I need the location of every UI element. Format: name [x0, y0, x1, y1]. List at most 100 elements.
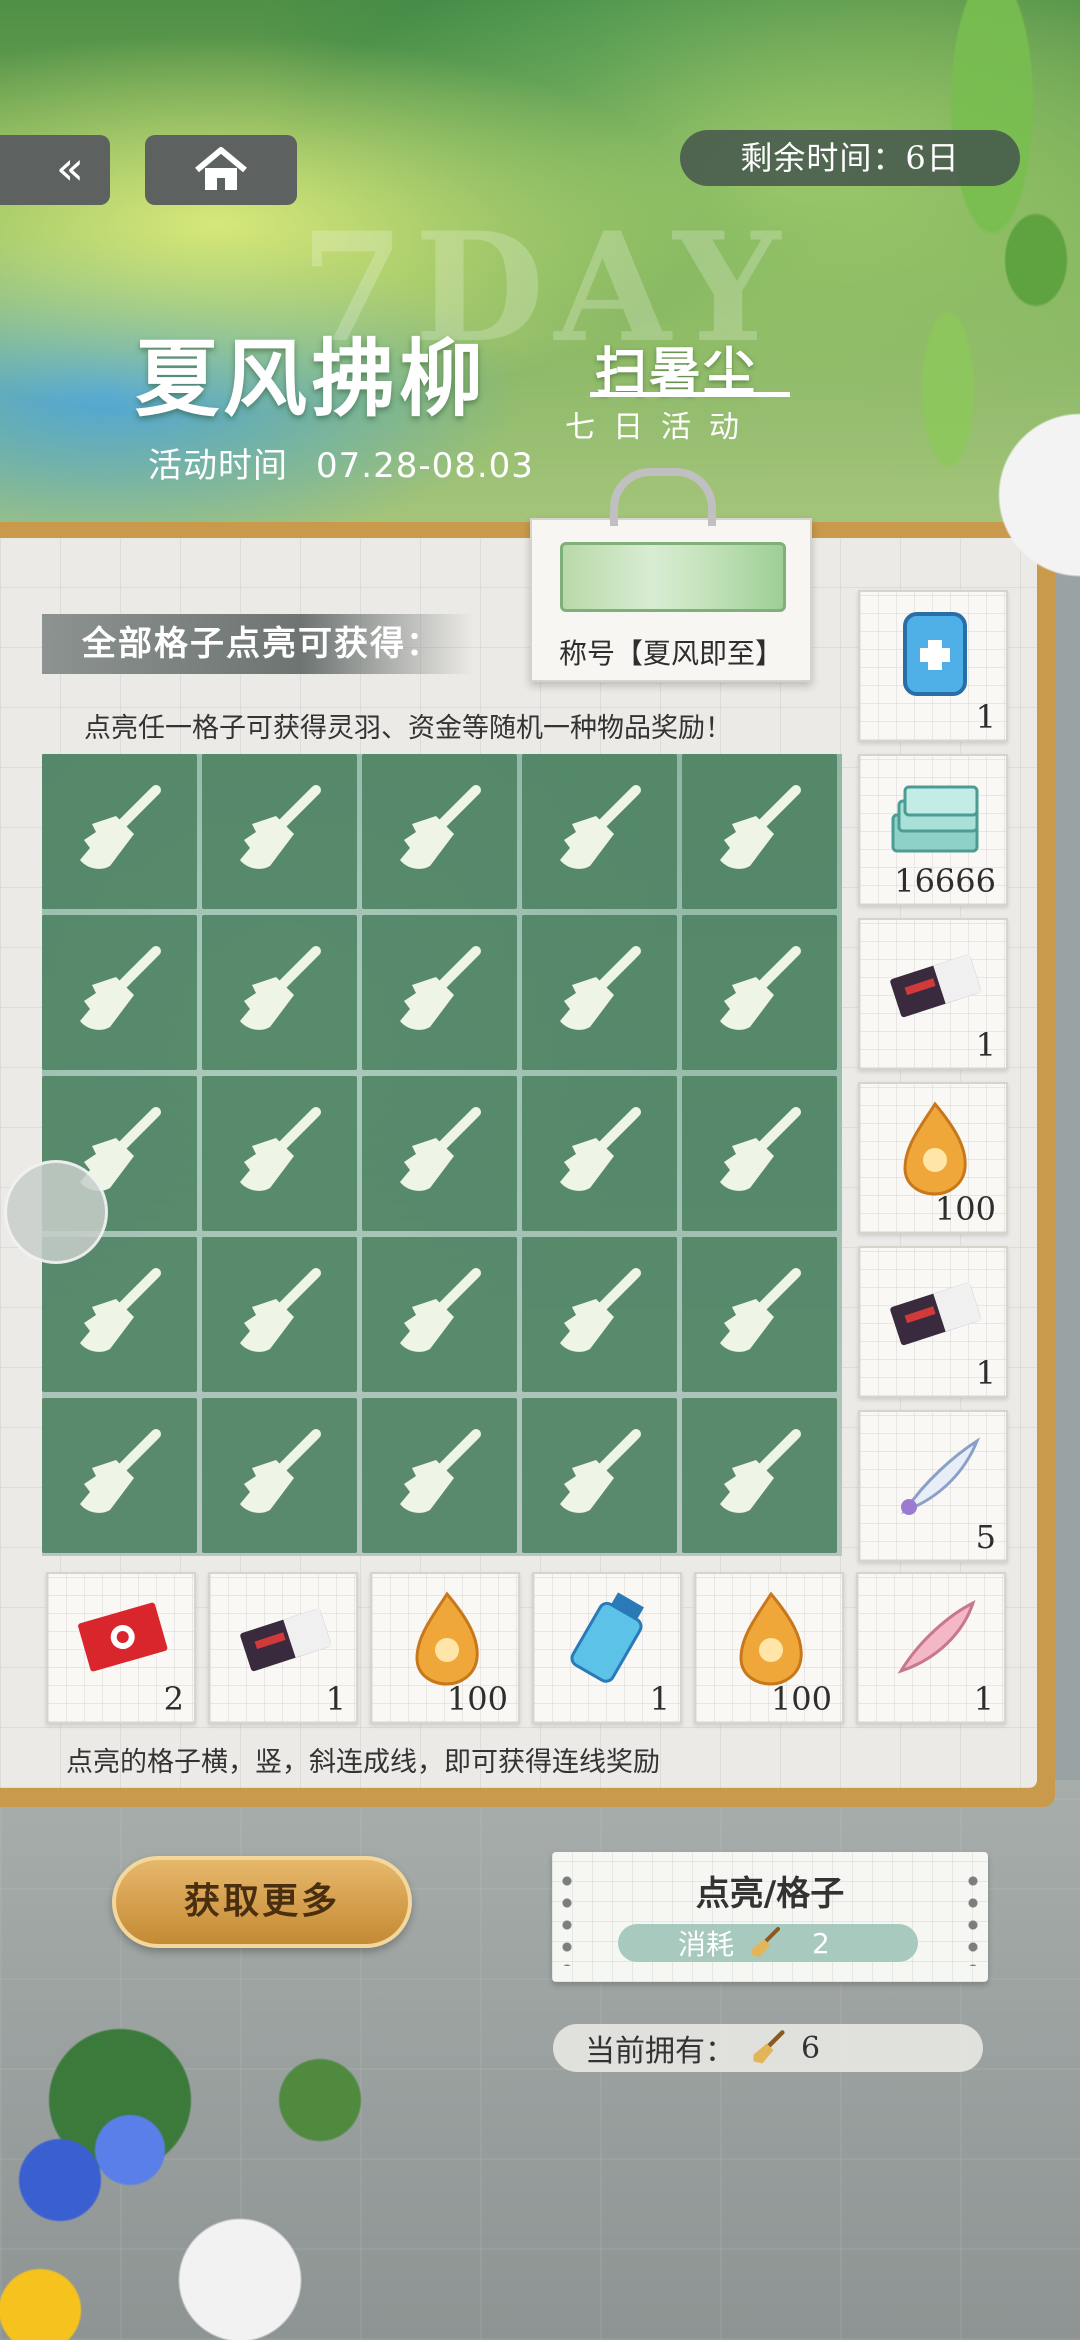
reward-quantity: 1	[649, 1680, 670, 1718]
light-cell-hint: 点亮任一格子可获得灵羽、资金等随机一种物品奖励！	[84, 713, 732, 744]
title-banner-image	[560, 542, 786, 612]
broom-icon	[390, 780, 490, 884]
reward-quantity: 1	[975, 698, 996, 736]
event-duration-label: 七日活动	[565, 410, 757, 445]
plate-decoration	[990, 395, 1080, 595]
grid-cell[interactable]	[522, 1398, 677, 1553]
get-more-button[interactable]: 获取更多	[112, 1856, 412, 1948]
broom-icon	[230, 1263, 330, 1367]
reward-card[interactable]: 100	[858, 1082, 1008, 1234]
broom-icon	[550, 1424, 650, 1528]
owned-amount: 6	[801, 2030, 821, 2066]
reward-quantity: 1	[325, 1680, 346, 1718]
grid-cell[interactable]	[682, 1237, 837, 1392]
grid-cell[interactable]	[42, 754, 197, 909]
double-chevron-left-icon: «	[55, 141, 85, 195]
owned-bar: 当前拥有： 6	[553, 2024, 983, 2072]
grid-cell[interactable]	[202, 1398, 357, 1553]
home-icon	[195, 147, 247, 190]
reward-card[interactable]: 5	[858, 1410, 1008, 1562]
reward-card[interactable]: 100	[694, 1572, 844, 1724]
owned-label: 当前拥有：	[585, 2034, 735, 2069]
reward-card[interactable]: 2	[46, 1572, 196, 1724]
reward-quantity: 5	[975, 1518, 996, 1556]
remaining-time-badge: 剩余时间：6日	[680, 130, 1020, 186]
reward-card[interactable]: 100	[370, 1572, 520, 1724]
grid-cell[interactable]	[362, 1398, 517, 1553]
broom-icon	[710, 1263, 810, 1367]
broom-icon	[710, 1424, 810, 1528]
reward-card[interactable]: 1	[856, 1572, 1006, 1724]
reward-card[interactable]: 1	[208, 1572, 358, 1724]
pink-feather-icon	[883, 1588, 983, 1688]
ticket-icon	[885, 934, 985, 1034]
event-time: 活动时间 07.28-08.03	[148, 438, 534, 487]
ticket-icon	[235, 1588, 335, 1688]
grid-cell[interactable]	[362, 1076, 517, 1231]
broom-icon	[550, 780, 650, 884]
grid-cell[interactable]	[682, 754, 837, 909]
reward-quantity: 1	[975, 1354, 996, 1392]
reward-quantity: 100	[770, 1680, 832, 1718]
broom-icon	[230, 1424, 330, 1528]
grid-cell[interactable]	[522, 915, 677, 1070]
broom-icon	[753, 2030, 785, 2064]
reward-quantity: 100	[934, 1190, 996, 1228]
reward-card[interactable]: 1	[858, 590, 1008, 742]
broom-icon	[550, 941, 650, 1045]
paper-clip-icon	[610, 468, 716, 526]
broom-icon	[550, 1102, 650, 1206]
grid-cell[interactable]	[362, 1237, 517, 1392]
money-stack-icon	[885, 770, 985, 870]
amber-gem-icon	[885, 1098, 985, 1198]
broom-icon	[70, 1424, 170, 1528]
grid-cell[interactable]	[202, 1076, 357, 1231]
grid-cell[interactable]	[522, 754, 677, 909]
line-reward-hint: 点亮的格子横，竖，斜连成线，即可获得连线奖励	[66, 1747, 660, 1778]
reward-quantity: 2	[163, 1680, 184, 1718]
cost-label: 消耗	[678, 1928, 735, 1961]
broom-icon	[230, 780, 330, 884]
grid-cell[interactable]	[42, 1398, 197, 1553]
amber-gem-icon	[397, 1588, 497, 1688]
red-card-icon	[73, 1588, 173, 1688]
grid-cell[interactable]	[202, 1237, 357, 1392]
ticket-icon	[885, 1262, 985, 1362]
broom-icon	[390, 1263, 490, 1367]
home-button[interactable]	[145, 135, 297, 205]
grid-cell[interactable]	[522, 1237, 677, 1392]
grid-cell[interactable]	[202, 754, 357, 909]
grid-cell[interactable]	[202, 915, 357, 1070]
chat-bubble-button[interactable]	[4, 1160, 108, 1264]
broom-icon	[230, 941, 330, 1045]
event-time-range: 07.28-08.03	[316, 446, 534, 486]
broom-icon	[70, 1263, 170, 1367]
grid-cell[interactable]	[362, 915, 517, 1070]
reward-quantity: 100	[446, 1680, 508, 1718]
reward-card[interactable]: 1	[858, 1246, 1008, 1398]
back-button[interactable]: «	[0, 135, 110, 205]
broom-icon	[752, 1927, 781, 1957]
title-reward-card[interactable]: 称号【夏风即至】	[530, 518, 812, 682]
grid-cell[interactable]	[362, 754, 517, 909]
grid-cell[interactable]	[682, 915, 837, 1070]
broom-icon	[710, 941, 810, 1045]
grid-cell[interactable]	[682, 1398, 837, 1553]
cost-title: 点亮/格子	[695, 1874, 845, 1914]
reward-card[interactable]: 1	[532, 1572, 682, 1724]
potion-bottle-icon	[559, 1588, 659, 1688]
broom-icon	[70, 780, 170, 884]
broom-icon	[710, 1102, 810, 1206]
broom-icon	[390, 941, 490, 1045]
broom-icon	[390, 1102, 490, 1206]
amber-gem-icon	[721, 1588, 821, 1688]
reward-card[interactable]: 16666	[858, 754, 1008, 906]
grid-cell[interactable]	[42, 915, 197, 1070]
reward-card[interactable]: 1	[858, 918, 1008, 1070]
grid-cell[interactable]	[682, 1076, 837, 1231]
reward-quantity: 16666	[894, 862, 996, 900]
title-reward-label: 称号【夏风即至】	[558, 637, 783, 670]
grid-cell[interactable]	[522, 1076, 677, 1231]
all-lit-reward-label: 全部格子点亮可获得：	[42, 614, 474, 674]
event-title: 夏风拂柳	[135, 329, 488, 428]
